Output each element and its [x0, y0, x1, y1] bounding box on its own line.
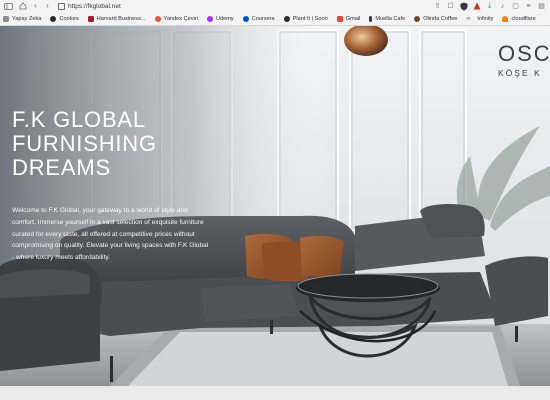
bookmark-item[interactable]: Yandex Çeviri — [154, 15, 198, 22]
music-icon[interactable]: ♪ — [498, 1, 507, 11]
product-brand-subtitle: KÖŞE K — [498, 68, 542, 78]
home-icon[interactable] — [17, 1, 28, 11]
triangle-icon[interactable] — [472, 1, 481, 11]
bookmark-icon[interactable]: ☐ — [446, 1, 455, 11]
gmail-icon — [336, 15, 343, 22]
coolors-icon — [50, 15, 57, 22]
bookmark-item[interactable]: ∞ Infinity — [466, 16, 493, 22]
bookmark-item[interactable]: Coursera — [242, 15, 275, 22]
forward-icon[interactable]: › — [42, 1, 53, 11]
bookmarks-bar: Yapay Zeka Coolors Harvard Business... Y… — [0, 12, 550, 26]
extensions-icon[interactable]: ▤ — [537, 1, 546, 11]
hero-title-line-1: F.K GLOBAL — [12, 107, 146, 132]
lock-icon — [58, 2, 65, 10]
hero-title: F.K GLOBAL FURNISHING DREAMS — [12, 108, 212, 180]
udemy-icon — [206, 15, 213, 22]
product-brand-name: OSC — [498, 41, 550, 66]
toolbar-actions: ⇧ ☐ ⤓ ♪ ▢ ≡ ▤ — [433, 1, 546, 11]
sidebar-toggle-icon[interactable] — [3, 1, 14, 11]
hero-title-line-3: DREAMS — [12, 155, 111, 180]
url-text: https://fkglobal.net — [68, 2, 121, 10]
bookmark-item[interactable]: Plant It | Soon — [283, 15, 328, 22]
bookmark-item[interactable]: cloudflare — [502, 15, 536, 22]
share-icon[interactable]: ⇧ — [433, 1, 442, 11]
shield-icon[interactable] — [459, 1, 468, 11]
bookmark-item[interactable]: Gmail — [336, 15, 360, 22]
bookmark-item[interactable]: Udemy — [206, 15, 234, 22]
menu-icon[interactable]: ≡ — [524, 1, 533, 11]
hero-description: Welcome to F.K Global, your gateway to a… — [12, 207, 209, 262]
folder-icon — [3, 15, 9, 22]
bookmark-item[interactable]: Harvard Business... — [87, 15, 146, 22]
download-icon[interactable]: ⤓ — [485, 1, 494, 11]
bookmark-item[interactable]: Muella Cafe — [369, 15, 405, 22]
cloudflare-icon — [502, 15, 509, 22]
rug-inner — [128, 332, 508, 386]
browser-window: ‹ › https://fkglobal.net ⇧ ☐ ⤓ ♪ ▢ ≡ ▤ Y… — [0, 0, 550, 400]
bookmark-item[interactable]: Yapay Zeka — [3, 15, 41, 22]
page-viewport: F.K GLOBAL FURNISHING DREAMS Welcome to … — [0, 26, 550, 386]
tab-overview-icon[interactable]: ▢ — [511, 1, 520, 11]
plantit-icon — [283, 15, 290, 22]
product-brand: OSC KÖŞE K — [498, 41, 550, 79]
coffee-icon — [414, 15, 421, 22]
address-bar[interactable]: https://fkglobal.net — [58, 0, 121, 12]
yandex-icon — [154, 15, 161, 22]
cafe-icon — [369, 15, 373, 22]
browser-toolbar: ‹ › https://fkglobal.net ⇧ ☐ ⤓ ♪ ▢ ≡ ▤ — [0, 0, 550, 12]
coursera-icon — [242, 15, 249, 22]
hbr-icon — [87, 15, 94, 22]
infinity-icon: ∞ — [466, 15, 471, 22]
back-icon[interactable]: ‹ — [30, 1, 41, 11]
bookmark-item[interactable]: Coolors — [50, 15, 79, 22]
bookmark-item[interactable]: Olinda Coffee — [414, 15, 457, 22]
bottom-strip — [0, 386, 550, 400]
hero-title-line-2: FURNISHING — [12, 131, 157, 156]
